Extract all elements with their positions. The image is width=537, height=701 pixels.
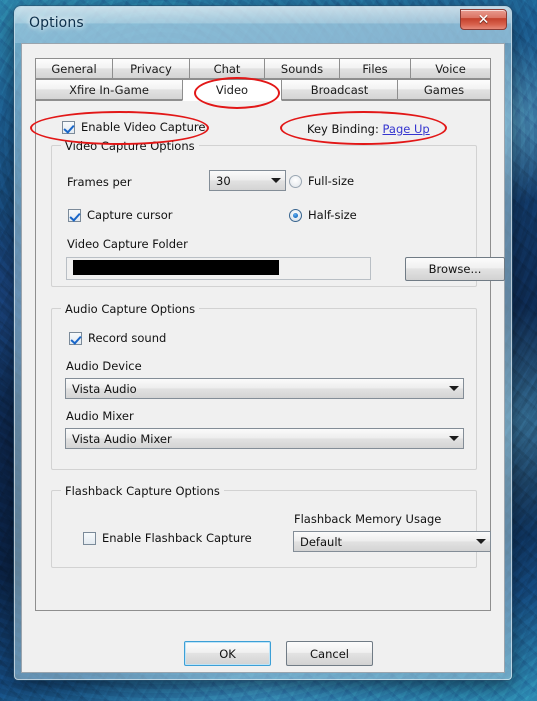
- record-sound-checkbox[interactable]: Record sound: [69, 331, 166, 345]
- browse-button[interactable]: Browse...: [405, 257, 505, 281]
- tab-label: General: [51, 61, 97, 76]
- window-titlebar: Options ✕: [15, 7, 511, 43]
- checkbox-box: [69, 331, 82, 345]
- flashback-memory-usage-value: Default: [300, 534, 343, 549]
- close-glyph: ✕: [477, 11, 490, 28]
- flashback-memory-usage-dropdown[interactable]: Default: [293, 531, 491, 552]
- tab-label: Voice: [435, 61, 466, 76]
- half-size-radio[interactable]: Half-size: [289, 208, 357, 222]
- cancel-button[interactable]: Cancel: [286, 641, 373, 666]
- capture-cursor-checkbox[interactable]: Capture cursor: [68, 208, 172, 222]
- cancel-button-label: Cancel: [310, 646, 349, 661]
- checkbox-box: [83, 531, 96, 545]
- chevron-down-icon: [445, 386, 463, 391]
- tab-games[interactable]: Games: [397, 79, 491, 100]
- tab-control: General Privacy Chat Sounds Files Voice …: [35, 58, 505, 611]
- flashback-memory-usage-label: Flashback Memory Usage: [294, 512, 442, 526]
- checkbox-label: Enable Flashback Capture: [102, 531, 252, 545]
- tab-panel-video: Enable Video Capture Key Binding: Page U…: [35, 100, 505, 611]
- video-capture-folder-input[interactable]: [66, 257, 371, 280]
- dialog-client-area: General Privacy Chat Sounds Files Voice …: [21, 43, 505, 673]
- video-capture-folder-label: Video Capture Folder: [67, 237, 188, 251]
- redacted-path-overlay: [73, 260, 279, 275]
- checkbox-box: [62, 120, 75, 134]
- audio-device-value: Vista Audio: [72, 381, 137, 396]
- tab-chat[interactable]: Chat: [189, 58, 265, 79]
- audio-capture-options-group: Audio Capture Options Record sound Audio…: [51, 302, 477, 470]
- tab-label: Games: [423, 82, 465, 97]
- checkbox-label: Enable Video Capture: [81, 120, 206, 134]
- frames-per-label: Frames per: [67, 175, 132, 189]
- chevron-down-icon: [472, 539, 490, 544]
- audio-device-dropdown[interactable]: Vista Audio: [65, 378, 464, 399]
- window-title: Options: [29, 15, 84, 31]
- tab-label: Chat: [213, 61, 241, 76]
- radio-dot: [289, 174, 302, 188]
- tab-general[interactable]: General: [35, 58, 113, 79]
- tab-files[interactable]: Files: [339, 58, 411, 79]
- close-icon[interactable]: ✕: [460, 9, 507, 30]
- enable-video-capture-checkbox[interactable]: Enable Video Capture: [62, 120, 205, 134]
- tab-privacy[interactable]: Privacy: [112, 58, 190, 79]
- tab-label: Broadcast: [310, 82, 369, 97]
- tab-label: Video: [215, 83, 249, 97]
- full-size-radio[interactable]: Full-size: [289, 174, 354, 188]
- group-caption: Video Capture Options: [61, 139, 199, 153]
- group-caption: Audio Capture Options: [61, 302, 200, 316]
- key-binding-text: Key Binding:: [307, 122, 379, 136]
- radio-dot: [289, 208, 302, 222]
- checkbox-label: Record sound: [88, 331, 167, 345]
- audio-mixer-value: Vista Audio Mixer: [72, 431, 172, 446]
- checkbox-box: [68, 208, 81, 222]
- tab-xfire-in-game[interactable]: Xfire In-Game: [35, 79, 183, 100]
- options-dialog-window: Options ✕ General Privacy Chat Sounds Fi…: [14, 6, 512, 680]
- audio-device-label: Audio Device: [66, 359, 142, 373]
- chevron-down-icon: [267, 178, 285, 183]
- group-caption: Flashback Capture Options: [61, 484, 224, 498]
- radio-label: Full-size: [308, 174, 355, 188]
- tab-label: Privacy: [130, 61, 172, 76]
- checkbox-label: Capture cursor: [87, 208, 173, 222]
- tab-voice[interactable]: Voice: [410, 58, 491, 79]
- frames-per-dropdown[interactable]: 30: [209, 170, 286, 191]
- key-binding-link[interactable]: Page Up: [383, 122, 430, 136]
- audio-mixer-label: Audio Mixer: [66, 409, 134, 423]
- enable-flashback-capture-checkbox[interactable]: Enable Flashback Capture: [83, 531, 252, 545]
- radio-label: Half-size: [308, 208, 357, 222]
- tab-video[interactable]: Video: [182, 79, 282, 101]
- flashback-capture-options-group: Flashback Capture Options Enable Flashba…: [51, 484, 491, 568]
- chevron-down-icon: [445, 436, 463, 441]
- tab-label: Sounds: [280, 61, 324, 76]
- tab-label: Xfire In-Game: [69, 82, 149, 97]
- tab-sounds[interactable]: Sounds: [264, 58, 340, 79]
- ok-button[interactable]: OK: [184, 641, 271, 666]
- video-capture-options-group: Video Capture Options Frames per 30 Full…: [51, 139, 505, 287]
- key-binding-label: Key Binding: Page Up: [307, 122, 430, 136]
- browse-button-label: Browse...: [428, 262, 482, 276]
- ok-button-label: OK: [219, 646, 236, 661]
- audio-mixer-dropdown[interactable]: Vista Audio Mixer: [65, 428, 464, 449]
- tab-broadcast[interactable]: Broadcast: [281, 79, 398, 100]
- frames-per-value: 30: [216, 173, 231, 188]
- tab-label: Files: [362, 61, 388, 76]
